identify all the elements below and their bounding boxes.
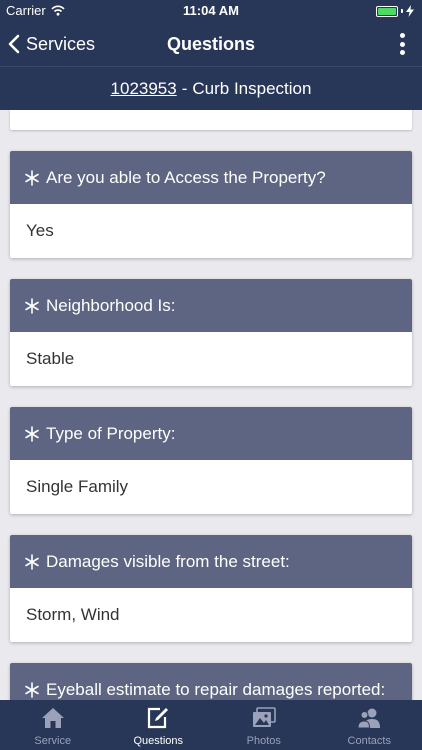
- questions-list[interactable]: Are you able to Access the Property? Yes…: [0, 110, 422, 700]
- order-separator: -: [181, 78, 188, 98]
- question-header: Damages visible from the street:: [10, 535, 412, 588]
- question-answer[interactable]: Stable: [10, 332, 412, 386]
- required-asterisk-icon: [25, 553, 39, 570]
- chevron-left-icon: [8, 34, 20, 54]
- back-button[interactable]: Services: [8, 22, 95, 66]
- back-button-label: Services: [26, 33, 96, 54]
- question-card: Are you able to Access the Property? Yes: [10, 151, 412, 258]
- photos-icon: [252, 707, 276, 727]
- required-asterisk-icon: [25, 425, 39, 442]
- tab-bar: Service Questions Photos Contacts: [0, 700, 422, 750]
- status-bar: Carrier 11:04 AM: [0, 0, 422, 22]
- battery-indicator: [376, 5, 414, 17]
- tab-label: Service: [34, 735, 72, 747]
- order-header: 1023953 - Curb Inspection: [0, 66, 422, 110]
- question-card: Eyeball estimate to repair damages repor…: [10, 663, 412, 700]
- battery-icon: [376, 5, 398, 17]
- order-title: Curb Inspection: [192, 78, 312, 98]
- question-card: Type of Property: Single Family: [10, 407, 412, 514]
- required-asterisk-icon: [25, 681, 39, 698]
- tab-contacts[interactable]: Contacts: [317, 700, 422, 750]
- required-asterisk-icon: [25, 297, 39, 314]
- charging-bolt-icon: [406, 5, 414, 17]
- question-label: Damages visible from the street:: [46, 551, 290, 571]
- question-header: Type of Property:: [10, 407, 412, 460]
- question-header: Eyeball estimate to repair damages repor…: [10, 663, 412, 700]
- required-asterisk-icon: [25, 169, 39, 186]
- question-answer[interactable]: Yes: [10, 204, 412, 258]
- order-number-link[interactable]: 1023953: [111, 79, 177, 99]
- home-icon: [41, 708, 64, 728]
- question-label: Type of Property:: [46, 423, 176, 443]
- tab-label: Questions: [133, 735, 184, 747]
- question-header: Are you able to Access the Property?: [10, 151, 412, 204]
- question-card: Neighborhood Is: Stable: [10, 279, 412, 386]
- tab-service[interactable]: Service: [0, 700, 106, 750]
- tab-label: Photos: [246, 735, 281, 747]
- tab-label: Contacts: [347, 735, 391, 747]
- tab-photos[interactable]: Photos: [211, 700, 317, 750]
- question-card: Damages visible from the street: Storm, …: [10, 535, 412, 642]
- question-label: Eyeball estimate to repair damages repor…: [46, 679, 386, 699]
- tab-questions[interactable]: Questions: [106, 700, 212, 750]
- more-options-button[interactable]: [392, 31, 412, 57]
- navigation-bar: Services Questions: [0, 22, 422, 66]
- more-vertical-icon: [399, 33, 405, 38]
- question-label: Are you able to Access the Property?: [46, 167, 326, 187]
- contacts-icon: [357, 708, 381, 729]
- question-label: Neighborhood Is:: [46, 295, 176, 315]
- question-card-partial: [10, 110, 412, 130]
- question-answer[interactable]: Single Family: [10, 460, 412, 514]
- edit-icon: [148, 707, 169, 729]
- question-answer[interactable]: Storm, Wind: [10, 588, 412, 642]
- question-header: Neighborhood Is:: [10, 279, 412, 332]
- clock: 11:04 AM: [183, 3, 239, 18]
